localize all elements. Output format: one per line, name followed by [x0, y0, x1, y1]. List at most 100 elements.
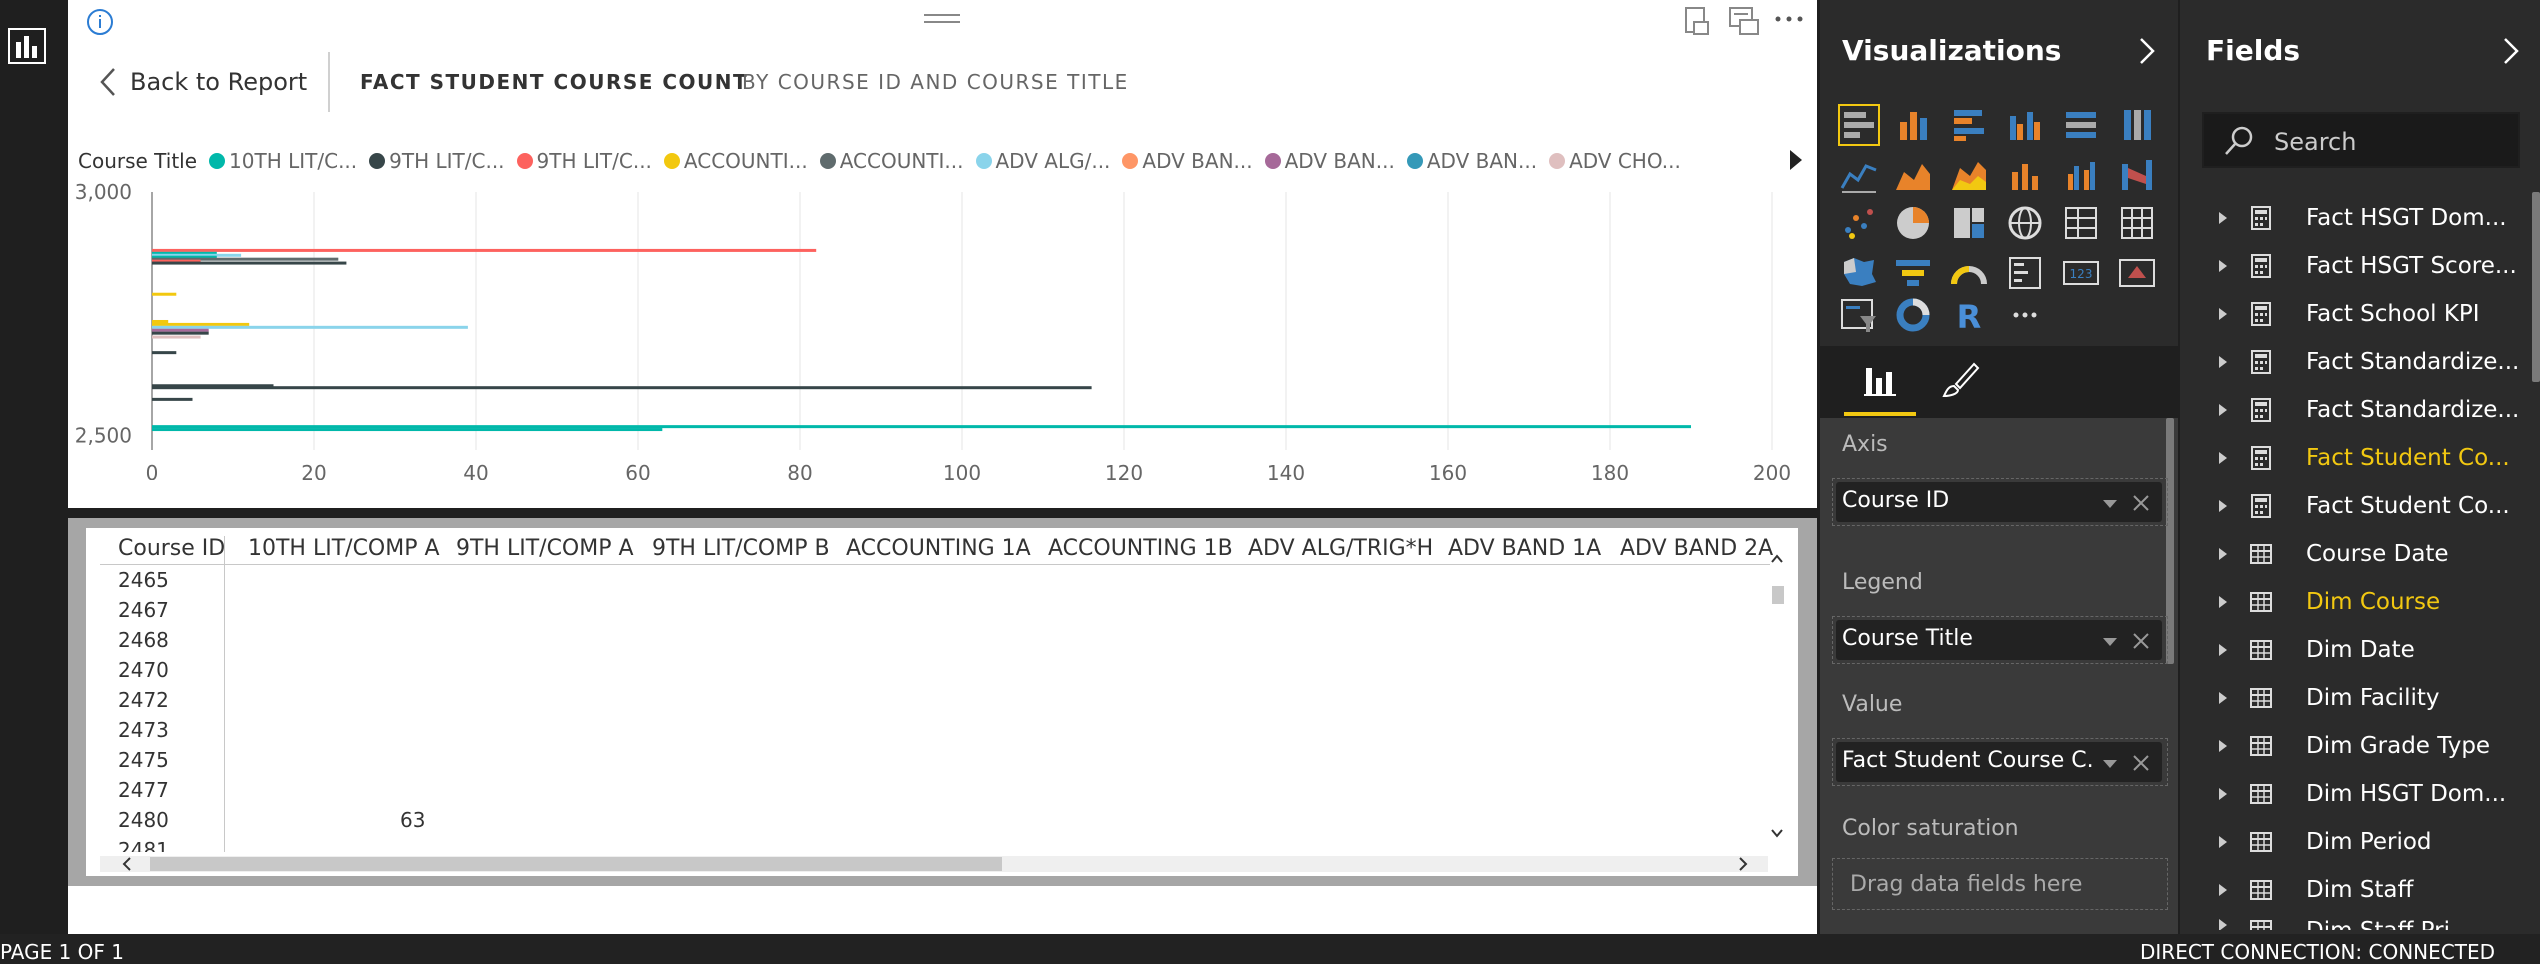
line-and-stacked-column-icon[interactable] — [2004, 154, 2046, 196]
expand-arrow-icon[interactable] — [2218, 739, 2228, 753]
remove-field-icon[interactable] — [2132, 754, 2150, 772]
chart-bar[interactable] — [152, 335, 201, 339]
column-header[interactable]: ACCOUNTING 1A — [846, 536, 1031, 561]
chart-bar[interactable] — [152, 386, 1092, 390]
chart-bar[interactable] — [152, 261, 347, 265]
chart-bar[interactable] — [152, 328, 209, 332]
100-stacked-bar-chart-icon[interactable] — [2060, 104, 2102, 146]
chart-bar[interactable] — [152, 322, 250, 326]
column-header-course-id[interactable]: Course ID — [118, 536, 225, 561]
chart-bar[interactable] — [152, 397, 193, 401]
field-list-item[interactable]: Dim Grade Type — [2218, 726, 2490, 766]
expand-arrow-icon[interactable] — [2218, 918, 2228, 930]
chevron-down-icon[interactable] — [2102, 636, 2118, 648]
slicer-icon[interactable] — [1838, 294, 1880, 336]
stacked-bar-chart-icon[interactable] — [1838, 104, 1880, 146]
field-list-item[interactable]: Dim Facility — [2218, 678, 2439, 718]
field-list-item[interactable]: Fact HSGT Score... — [2218, 246, 2517, 286]
fields-tab-icon[interactable] — [1862, 362, 1898, 398]
line-and-clustered-column-icon[interactable] — [2060, 154, 2102, 196]
legend-item[interactable]: 9TH LIT/C... — [516, 149, 652, 173]
card-visual-icon[interactable]: 123 — [2060, 252, 2102, 294]
funnel-chart-icon[interactable] — [1892, 252, 1934, 294]
expand-arrow-icon[interactable] — [2218, 355, 2228, 369]
legend-item[interactable]: ADV BAN... — [1264, 149, 1395, 173]
info-icon[interactable] — [86, 8, 114, 36]
see-data-icon[interactable] — [1726, 4, 1762, 38]
field-list-item[interactable]: Fact Standardize... — [2218, 342, 2519, 382]
column-header[interactable]: ACCOUNTING 1B — [1048, 536, 1233, 561]
expand-arrow-icon[interactable] — [2218, 307, 2228, 321]
column-header[interactable]: ADV ALG/TRIG*H — [1248, 536, 1433, 561]
field-list-item[interactable]: Course Date — [2218, 534, 2449, 574]
r-script-visual-icon[interactable]: R — [1948, 294, 1990, 336]
legend-item[interactable]: ADV CHO... — [1549, 149, 1681, 173]
stacked-column-chart-icon[interactable] — [1892, 104, 1934, 146]
chevron-right-icon[interactable] — [2138, 36, 2156, 66]
field-list-item[interactable]: Dim Staff — [2218, 870, 2413, 910]
legend-item[interactable]: ADV BAN... — [1406, 149, 1537, 173]
drag-handle-icon[interactable] — [924, 12, 960, 26]
legend-next-arrow-icon[interactable] — [1788, 148, 1804, 172]
ribbon-chart-icon[interactable] — [2116, 154, 2158, 196]
table-horizontal-scrollbar[interactable] — [100, 854, 1768, 874]
chart-bar[interactable] — [152, 319, 169, 323]
clustered-bar-chart-icon[interactable] — [1948, 104, 1990, 146]
legend-item[interactable]: 9TH LIT/C... — [369, 149, 505, 173]
column-header[interactable]: 9TH LIT/COMP B — [652, 536, 830, 561]
line-chart-icon[interactable] — [1838, 154, 1880, 196]
expand-arrow-icon[interactable] — [2218, 595, 2228, 609]
legend-item[interactable]: ACCOUNTI... — [663, 149, 808, 173]
chart-bar[interactable] — [152, 325, 468, 329]
expand-arrow-icon[interactable] — [2218, 835, 2228, 849]
table-vertical-scrollbar[interactable] — [1768, 548, 1786, 848]
table-visual-icon[interactable] — [2060, 202, 2102, 244]
focus-mode-icon[interactable] — [1680, 4, 1714, 38]
100-stacked-column-chart-icon[interactable] — [2116, 104, 2158, 146]
treemap-icon[interactable] — [1948, 202, 1990, 244]
field-list-item[interactable]: Fact Standardize... — [2218, 390, 2519, 430]
field-list-item[interactable]: Dim Course — [2218, 582, 2440, 622]
chart-bar[interactable] — [152, 292, 177, 296]
expand-arrow-icon[interactable] — [2218, 883, 2228, 897]
fields-search-input[interactable] — [2272, 126, 2506, 158]
field-list-item[interactable]: Dim HSGT Dom... — [2218, 774, 2506, 814]
expand-arrow-icon[interactable] — [2218, 547, 2228, 561]
expand-arrow-icon[interactable] — [2218, 691, 2228, 705]
remove-field-icon[interactable] — [2132, 632, 2150, 650]
column-header[interactable]: ADV BAND 1A — [1448, 536, 1601, 561]
donut-chart-icon[interactable] — [1892, 294, 1934, 336]
format-paint-brush-icon[interactable] — [1940, 360, 1980, 400]
gauge-icon[interactable] — [1948, 252, 1990, 294]
field-list-item[interactable]: Dim Date — [2218, 630, 2415, 670]
legend-item[interactable]: ADV BAN... — [1122, 149, 1253, 173]
chart-bar[interactable] — [152, 248, 817, 252]
area-chart-icon[interactable] — [1892, 154, 1934, 196]
field-list-item[interactable]: Dim Period — [2218, 822, 2432, 862]
filled-map-icon[interactable] — [1838, 252, 1880, 294]
kpi-visual-icon[interactable] — [2116, 252, 2158, 294]
chart-bar[interactable] — [152, 331, 209, 335]
expand-arrow-icon[interactable] — [2218, 643, 2228, 657]
column-header[interactable]: 9TH LIT/COMP A — [456, 536, 634, 561]
expand-arrow-icon[interactable] — [2218, 259, 2228, 273]
fields-scrollbar[interactable] — [2532, 192, 2540, 382]
expand-arrow-icon[interactable] — [2218, 499, 2228, 513]
chevron-down-icon[interactable] — [2102, 758, 2118, 770]
chart-bar[interactable] — [152, 351, 177, 355]
matrix-visual-icon[interactable] — [2116, 202, 2158, 244]
back-to-report-button[interactable]: Back to Report — [100, 62, 307, 102]
expand-arrow-icon[interactable] — [2218, 403, 2228, 417]
field-list-item[interactable]: Fact Student Co... — [2218, 486, 2510, 526]
pie-chart-icon[interactable] — [1892, 202, 1934, 244]
expand-arrow-icon[interactable] — [2218, 211, 2228, 225]
chart-bar[interactable] — [152, 428, 663, 432]
scatter-chart-icon[interactable] — [1838, 202, 1880, 244]
column-header[interactable]: ADV BAND 2A — [1620, 536, 1773, 561]
stacked-area-chart-icon[interactable] — [1948, 154, 1990, 196]
field-list-item[interactable]: Fact HSGT Dom... — [2218, 198, 2507, 238]
expand-arrow-icon[interactable] — [2218, 787, 2228, 801]
more-options-icon[interactable] — [1774, 14, 1804, 24]
multi-row-card-icon[interactable] — [2004, 252, 2046, 294]
chevron-right-icon[interactable] — [2502, 36, 2520, 66]
